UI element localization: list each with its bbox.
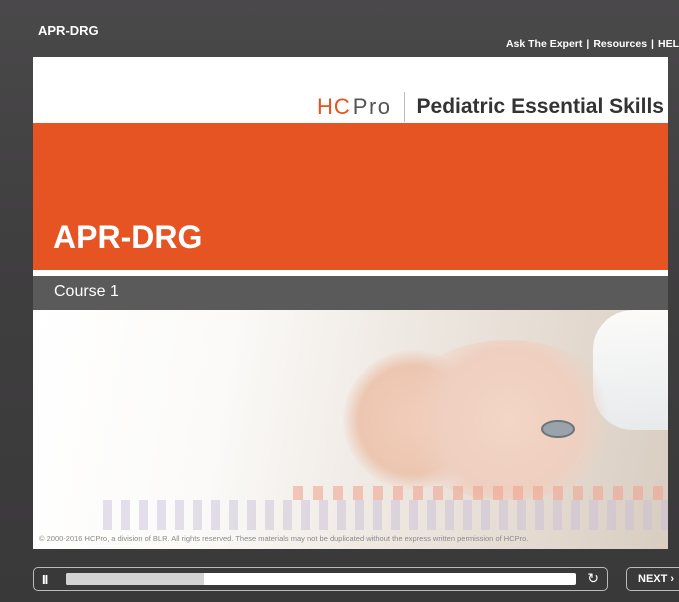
hero-photo: © 2000-2016 HCPro, a division of BLR. Al… [33,310,668,549]
logo-h: H [317,94,334,119]
decorative-tiles [293,486,668,500]
link-separator: | [651,38,654,50]
stethoscope-icon [541,420,575,438]
replay-icon[interactable]: ↻ [587,570,599,587]
title-banner: APR-DRG [33,123,668,270]
logo-pro: Pro [352,94,392,119]
ask-the-expert-link[interactable]: Ask The Expert [506,38,582,50]
next-button[interactable]: NEXT › [626,567,679,591]
logo-c: C [333,94,351,119]
slide-content: H C Pro Pediatric Essential Skills APR-D… [33,57,668,549]
baby-body [393,340,623,500]
progress-fill [66,573,204,585]
player-frame: APR-DRG Ask The Expert | Resources | HEL… [0,0,679,602]
course-bar: Course 1 [33,276,668,310]
course-title: APR-DRG [38,23,99,38]
course-label: Course 1 [54,283,119,300]
playback-bar: II ↻ [33,567,608,591]
product-name: Pediatric Essential Skills [416,95,664,118]
slide-title: APR-DRG [53,219,203,255]
hcpro-logo: H C Pro [317,94,392,120]
resources-link[interactable]: Resources [593,38,647,50]
brand-divider [403,92,405,122]
copyright-text: © 2000-2016 HCPro, a division of BLR. Al… [39,534,529,543]
help-link[interactable]: HEL [658,38,679,50]
brand-header: H C Pro Pediatric Essential Skills [317,91,664,123]
link-separator: | [586,38,590,50]
progress-track[interactable] [66,573,576,585]
pause-icon[interactable]: II [42,572,48,587]
top-links: Ask The Expert | Resources | HEL [506,38,679,50]
decorative-tiles [103,500,668,530]
